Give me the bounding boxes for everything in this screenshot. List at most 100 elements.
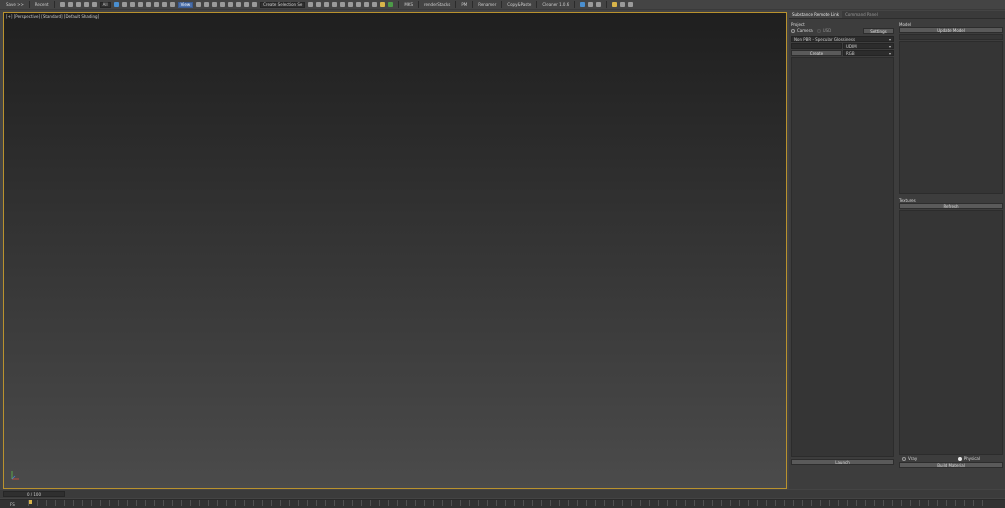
placement-icon[interactable]	[169, 2, 175, 7]
selection-filter-dropdown[interactable]: All	[99, 1, 111, 8]
undo-icon[interactable]	[59, 2, 65, 7]
bind-icon[interactable]	[91, 2, 97, 7]
toolbar-divider	[606, 1, 608, 8]
percent-snap-icon[interactable]	[236, 2, 242, 7]
toolbar-divider	[455, 1, 457, 8]
update-model-button[interactable]: Update Model	[899, 27, 1003, 33]
vray-radio[interactable]: Vray	[902, 456, 917, 461]
python-icon[interactable]	[612, 2, 618, 7]
render-icon[interactable]	[380, 2, 386, 7]
scale-icon[interactable]	[161, 2, 167, 7]
physical-radio-label: Physical	[963, 456, 980, 461]
time-slider[interactable]: 0 / 100	[3, 491, 65, 497]
renderer-radio-row: Vray Physical	[899, 455, 1003, 462]
recent-button[interactable]: Recent	[35, 2, 49, 7]
current-frame-marker[interactable]	[29, 500, 32, 504]
mode-dropdown[interactable]: RGB ▾	[843, 50, 894, 56]
pivot-icon[interactable]	[196, 2, 202, 7]
resolution-row: UDIM ▾	[791, 43, 894, 49]
help-icon[interactable]	[628, 2, 634, 7]
project-section: Project Camera USD Settings Non PBR - Sp…	[791, 22, 894, 489]
select-object-icon[interactable]	[113, 2, 119, 7]
schematic-view-icon[interactable]	[348, 2, 354, 7]
layer-explorer-icon[interactable]	[324, 2, 330, 7]
settings-button[interactable]: Settings	[863, 27, 894, 34]
refresh-button[interactable]: Refresh	[899, 203, 1003, 209]
panel-tabs: Substance Remote Link Command Panel	[789, 11, 1005, 19]
workflow-dropdown[interactable]: Non PBR - Specular Glossiness ▾	[791, 36, 894, 42]
chevron-down-icon: ▾	[888, 44, 891, 49]
project-list[interactable]	[791, 57, 894, 457]
curve-editor-icon[interactable]	[340, 2, 346, 7]
model-section: Model Update Model Textures Refresh Vray…	[899, 22, 1003, 489]
render-production-icon[interactable]	[388, 2, 394, 7]
time-range: 0 / 100	[26, 491, 42, 497]
tab-command-panel[interactable]: Command Panel	[842, 11, 881, 18]
material-editor-icon[interactable]	[356, 2, 362, 7]
pm-button[interactable]: PM	[461, 2, 467, 7]
reference-coordinate-dropdown[interactable]: View	[177, 1, 194, 8]
named-selection-dropdown[interactable]: Create Selection Se	[260, 1, 306, 8]
usd-radio-label: USD	[822, 28, 832, 33]
textures-list[interactable]	[899, 210, 1003, 455]
vray-radio-label: Vray	[908, 456, 918, 461]
toggle-ribbon-icon[interactable]	[332, 2, 338, 7]
time-slider-bar	[0, 490, 1005, 498]
rendered-frame-icon[interactable]	[372, 2, 378, 7]
resolution-value: UDIM	[846, 44, 857, 49]
camera-radio[interactable]: Camera	[791, 28, 813, 33]
resolution-dropdown[interactable]: UDIM ▾	[843, 43, 894, 49]
radio-icon	[957, 456, 962, 461]
toolbar-divider	[536, 1, 538, 8]
select-manipulate-icon[interactable]	[204, 2, 210, 7]
redo-icon[interactable]	[67, 2, 73, 7]
render-setup-icon[interactable]	[364, 2, 370, 7]
sync-icon[interactable]	[588, 2, 594, 7]
layout-icon[interactable]	[620, 2, 626, 7]
spinner-snap-icon[interactable]	[244, 2, 250, 7]
mode-value: RGB	[846, 51, 855, 56]
move-icon[interactable]	[145, 2, 151, 7]
select-by-name-icon[interactable]	[121, 2, 127, 7]
resolution-blank-field[interactable]	[791, 43, 842, 49]
tab-substance-remote-link[interactable]: Substance Remote Link	[789, 11, 843, 18]
edit-named-selection-icon[interactable]	[252, 2, 258, 7]
toolbar-divider	[472, 1, 474, 8]
angle-snap-icon[interactable]	[228, 2, 234, 7]
window-crossing-icon[interactable]	[137, 2, 143, 7]
toolbar-divider	[418, 1, 419, 8]
physical-radio[interactable]: Physical	[957, 456, 980, 461]
perspective-viewport[interactable]: [+] [Perspective] [Standard] [Default Sh…	[3, 12, 787, 489]
model-list[interactable]	[899, 41, 1003, 194]
viewport-label[interactable]: [+] [Perspective] [Standard] [Default Sh…	[6, 14, 99, 19]
model-name-field[interactable]	[899, 34, 1003, 40]
renderstacks-button[interactable]: renderStacks	[424, 2, 450, 7]
save-button[interactable]: Save >>	[6, 2, 24, 7]
axis-tripod-icon	[11, 471, 19, 480]
trackbar-ticks	[28, 500, 983, 506]
create-button[interactable]: Create	[791, 50, 842, 56]
unlink-icon[interactable]	[83, 2, 89, 7]
frame-label: FS	[10, 502, 15, 507]
renamer-button[interactable]: Renamer	[478, 2, 496, 7]
mks-button[interactable]: MKS	[404, 2, 413, 7]
mirror-icon[interactable]	[308, 2, 314, 7]
usd-radio[interactable]: USD	[816, 28, 832, 33]
keyboard-shortcut-icon[interactable]	[212, 2, 218, 7]
radio-icon	[902, 456, 906, 461]
cleaner-button[interactable]: Cleaner 1.0.6	[542, 2, 569, 7]
copy-paste-button[interactable]: Copy&Paste	[507, 2, 531, 7]
main-toolbar: Save >> Recent All View Create Selection…	[0, 0, 1005, 10]
link-icon[interactable]	[75, 2, 81, 7]
workflow-value: Non PBR - Specular Glossiness	[794, 37, 856, 42]
substance-link-icon[interactable]	[580, 2, 586, 7]
launch-button[interactable]: Launch	[791, 459, 894, 465]
create-row: Create RGB ▾	[791, 50, 894, 56]
align-icon[interactable]	[316, 2, 322, 7]
radio-icon	[816, 28, 821, 33]
rotate-icon[interactable]	[153, 2, 159, 7]
rectangular-selection-icon[interactable]	[129, 2, 135, 7]
options-icon[interactable]	[596, 2, 602, 7]
build-material-button[interactable]: Build Material	[899, 462, 1003, 468]
snap-icon[interactable]	[220, 2, 226, 7]
